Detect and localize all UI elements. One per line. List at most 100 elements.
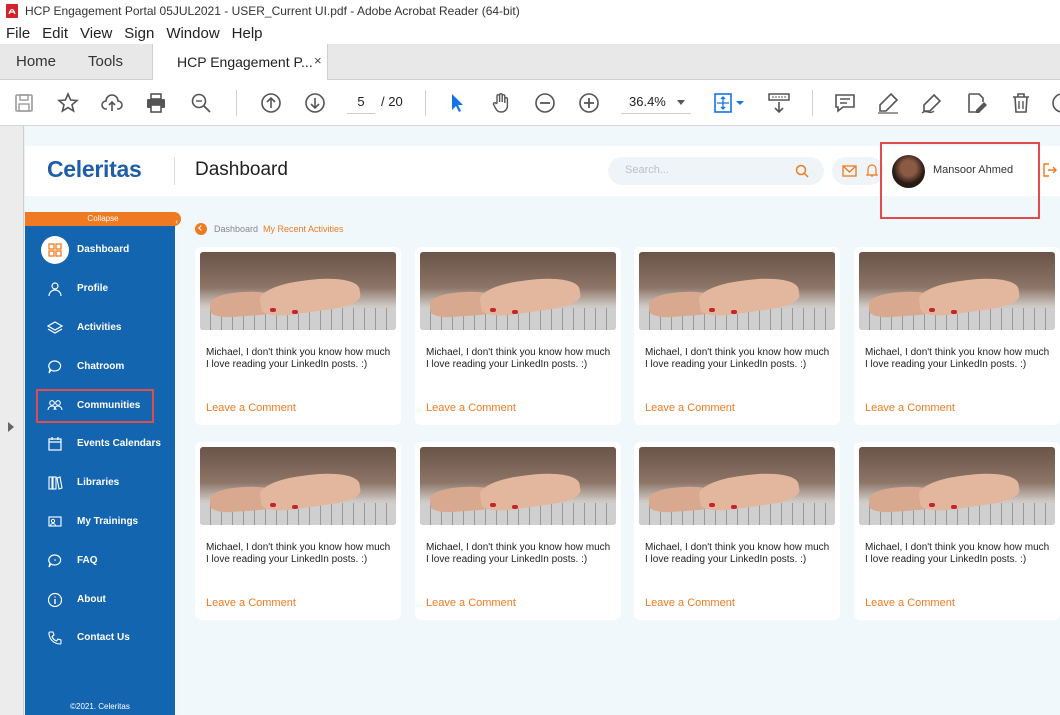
menu-file[interactable]: File bbox=[6, 25, 30, 42]
page-title: Dashboard bbox=[195, 159, 288, 180]
edit-pdf-icon[interactable] bbox=[965, 91, 989, 115]
layers-icon bbox=[47, 321, 63, 334]
user-icon bbox=[48, 282, 62, 297]
sidebar-item-chatroom[interactable]: Chatroom bbox=[25, 353, 175, 381]
breadcrumb: Dashboard My Recent Activities bbox=[195, 223, 344, 235]
comment-icon[interactable] bbox=[833, 91, 857, 115]
breadcrumb-current: My Recent Activities bbox=[263, 224, 344, 234]
card-text: Michael, I don't think you know how much… bbox=[206, 347, 391, 370]
tab-document[interactable]: HCP Engagement P... × bbox=[152, 44, 328, 81]
sidebar-item-my-trainings[interactable]: My Trainings bbox=[25, 508, 175, 536]
card-text: Michael, I don't think you know how much… bbox=[645, 347, 830, 370]
leave-comment-link[interactable]: Leave a Comment bbox=[206, 597, 296, 609]
collapse-button[interactable]: Collapse ‹ bbox=[25, 212, 181, 226]
expand-arrow-icon bbox=[8, 422, 14, 432]
sidebar-item-label: Profile bbox=[77, 283, 109, 294]
menu-view[interactable]: View bbox=[80, 25, 112, 42]
sidebar-item-label: Libraries bbox=[77, 477, 120, 488]
mail-icon[interactable] bbox=[842, 164, 857, 178]
zoom-level-value: 36.4% bbox=[629, 94, 666, 109]
typing-photo bbox=[420, 252, 616, 330]
hand-tool-icon[interactable] bbox=[489, 91, 513, 115]
sidebar-item-events-calendars[interactable]: Events Calendars bbox=[25, 430, 175, 458]
select-cursor-icon[interactable] bbox=[445, 91, 469, 115]
back-arrow-icon[interactable] bbox=[195, 223, 207, 235]
info-icon bbox=[47, 592, 63, 608]
bookmark-star-icon[interactable] bbox=[56, 91, 80, 115]
acrobat-toolbar: 5 / 20 36.4% bbox=[0, 80, 1060, 126]
activity-card: Michael, I don't think you know how much… bbox=[634, 247, 840, 425]
pdf-file-icon bbox=[6, 4, 18, 18]
zoom-in-icon[interactable] bbox=[577, 91, 601, 115]
phone-icon bbox=[48, 631, 62, 645]
chevron-left-icon: ‹ bbox=[175, 217, 178, 226]
highlight-pen-icon[interactable] bbox=[876, 91, 900, 115]
sidebar-item-label: FAQ bbox=[77, 555, 98, 566]
card-text: Michael, I don't think you know how much… bbox=[426, 542, 611, 565]
tab-home[interactable]: Home bbox=[16, 53, 56, 70]
scroll-mode-icon[interactable] bbox=[767, 91, 791, 115]
save-icon[interactable] bbox=[12, 91, 36, 115]
page-total: / 20 bbox=[381, 94, 403, 109]
sidebar-item-dashboard[interactable]: Dashboard bbox=[25, 236, 175, 264]
leave-comment-link[interactable]: Leave a Comment bbox=[865, 402, 955, 414]
activity-card: Michael, I don't think you know how much… bbox=[634, 442, 840, 620]
sidebar-item-activities[interactable]: Activities bbox=[25, 314, 175, 342]
menu-help[interactable]: Help bbox=[232, 25, 263, 42]
sidebar-item-libraries[interactable]: Libraries bbox=[25, 469, 175, 497]
navigation-pane-toggle[interactable] bbox=[0, 126, 24, 715]
sidebar-item-label: Activities bbox=[77, 322, 122, 333]
leave-comment-link[interactable]: Leave a Comment bbox=[206, 402, 296, 414]
library-icon bbox=[48, 476, 63, 490]
training-icon bbox=[48, 516, 62, 527]
leave-comment-link[interactable]: Leave a Comment bbox=[426, 597, 516, 609]
zoom-level-select[interactable]: 36.4% bbox=[621, 90, 691, 114]
leave-comment-link[interactable]: Leave a Comment bbox=[865, 597, 955, 609]
print-icon[interactable] bbox=[144, 91, 168, 115]
leave-comment-link[interactable]: Leave a Comment bbox=[426, 402, 516, 414]
page-number-input[interactable]: 5 bbox=[347, 90, 375, 114]
leave-comment-link[interactable]: Leave a Comment bbox=[645, 597, 735, 609]
activity-card: Michael, I don't think you know how much… bbox=[195, 442, 401, 620]
sidebar-item-label: Events Calendars bbox=[77, 438, 161, 449]
close-tab-icon[interactable]: × bbox=[314, 53, 322, 68]
delete-trash-icon[interactable] bbox=[1009, 91, 1033, 115]
upload-cloud-icon[interactable] bbox=[100, 91, 124, 115]
calendar-icon bbox=[48, 437, 62, 451]
menu-sign[interactable]: Sign bbox=[124, 25, 154, 42]
more-tools-icon[interactable] bbox=[1050, 91, 1060, 115]
typing-photo bbox=[639, 447, 835, 525]
page-down-icon[interactable] bbox=[303, 91, 327, 115]
sidebar-item-label: Chatroom bbox=[77, 361, 125, 372]
search-input[interactable]: Search... bbox=[608, 157, 824, 185]
menu-window[interactable]: Window bbox=[166, 25, 219, 42]
breadcrumb-root[interactable]: Dashboard bbox=[214, 224, 258, 234]
activity-card: Michael, I don't think you know how much… bbox=[415, 247, 621, 425]
logout-icon[interactable] bbox=[1042, 162, 1058, 178]
page-up-icon[interactable] bbox=[259, 91, 283, 115]
window-title-bar: HCP Engagement Portal 05JUL2021 - USER_C… bbox=[0, 0, 1060, 22]
fit-page-icon[interactable] bbox=[712, 91, 748, 115]
sidebar-nav: Collapse ‹ Dashboard Profile Activities … bbox=[25, 212, 181, 715]
chat-icon bbox=[48, 360, 62, 374]
card-text: Michael, I don't think you know how much… bbox=[865, 347, 1050, 370]
typing-photo bbox=[639, 252, 835, 330]
sidebar-item-faq[interactable]: FAQ bbox=[25, 547, 175, 575]
tab-bar: Home Tools HCP Engagement P... × bbox=[0, 44, 1060, 81]
menu-edit[interactable]: Edit bbox=[42, 25, 68, 42]
zoom-out-icon[interactable] bbox=[533, 91, 557, 115]
card-text: Michael, I don't think you know how much… bbox=[865, 542, 1050, 565]
search-placeholder: Search... bbox=[625, 164, 670, 176]
card-text: Michael, I don't think you know how much… bbox=[206, 542, 391, 565]
sidebar-footer: ©2021. Celeritas bbox=[70, 702, 130, 711]
zoom-search-icon[interactable] bbox=[189, 91, 213, 115]
sidebar-item-contact-us[interactable]: Contact Us bbox=[25, 624, 175, 652]
card-text: Michael, I don't think you know how much… bbox=[426, 347, 611, 370]
sidebar-item-profile[interactable]: Profile bbox=[25, 275, 175, 303]
sign-pen-icon[interactable] bbox=[920, 91, 944, 115]
notification-bell-icon[interactable] bbox=[866, 163, 878, 178]
tab-tools[interactable]: Tools bbox=[88, 53, 123, 70]
sidebar-item-about[interactable]: About bbox=[25, 586, 175, 614]
search-icon[interactable] bbox=[794, 163, 810, 179]
leave-comment-link[interactable]: Leave a Comment bbox=[645, 402, 735, 414]
